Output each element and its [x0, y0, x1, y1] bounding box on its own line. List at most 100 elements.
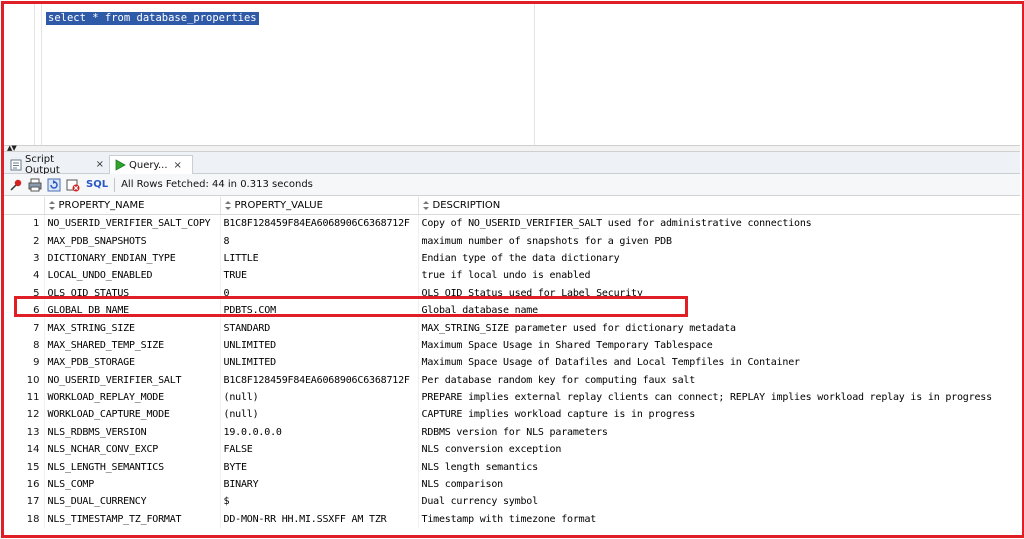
property-value-cell[interactable]: B1C8F128459F84EA6068906C6368712F [220, 371, 419, 389]
property-value-cell[interactable]: UNLIMITED [220, 354, 419, 372]
description-cell[interactable]: Dual currency symbol [418, 493, 1020, 511]
property-name-cell[interactable]: WORKLOAD_CAPTURE_MODE [44, 406, 221, 424]
table-row[interactable]: 7 MAX_STRING_SIZE STANDARD MAX_STRING_SIZE … [4, 319, 1020, 337]
print-icon[interactable] [28, 178, 42, 192]
description-cell[interactable]: CAPTURE implies workload capture is in p… [418, 406, 1020, 424]
property-value-cell[interactable]: B1C8F128459F84EA6068906C6368712F [220, 214, 419, 233]
table-row[interactable]: 5 OLS_OID_STATUS 0 OLS OID Status used for … [4, 284, 1020, 302]
row-number[interactable]: 18 [4, 510, 45, 529]
row-number[interactable]: 13 [4, 423, 45, 442]
description-cell[interactable]: NLS comparison [418, 475, 1020, 494]
description-cell[interactable]: PREPARE implies external replay clients … [418, 388, 1020, 407]
property-value-cell[interactable]: (null) [220, 388, 419, 407]
property-value-cell[interactable]: FALSE [220, 441, 419, 459]
table-row[interactable]: 11 WORKLOAD_REPLAY_MODE (null) PREPARE impl… [4, 388, 1020, 407]
property-name-cell[interactable]: MAX_STRING_SIZE [44, 319, 221, 337]
property-name-cell[interactable]: MAX_PDB_SNAPSHOTS [44, 232, 221, 250]
description-cell[interactable]: Timestamp with timezone format [418, 510, 1020, 529]
property-name-cell[interactable]: LOCAL_UNDO_ENABLED [44, 267, 221, 285]
description-cell[interactable]: MAX_STRING_SIZE parameter used for dicti… [418, 319, 1020, 337]
description-cell[interactable]: Copy of NO_USERID_VERIFIER_SALT used for… [418, 214, 1020, 233]
property-name-cell[interactable]: NLS_DUAL_CURRENCY [44, 493, 221, 511]
property-name-cell[interactable]: NLS_NCHAR_CONV_EXCP [44, 441, 221, 459]
property-name-cell[interactable]: MAX_PDB_STORAGE [44, 354, 221, 372]
column-header-property-name[interactable]: PROPERTY_NAME [44, 197, 221, 215]
table-row[interactable]: 14 NLS_NCHAR_CONV_EXCP FALSE NLS conversion… [4, 441, 1020, 459]
property-name-cell[interactable]: WORKLOAD_REPLAY_MODE [44, 388, 221, 407]
pin-icon[interactable] [9, 178, 23, 192]
table-row[interactable]: 4 LOCAL_UNDO_ENABLED TRUE true if local und… [4, 267, 1020, 285]
table-row[interactable]: 17 NLS_DUAL_CURRENCY $ Dual currency symbol [4, 493, 1020, 511]
description-cell[interactable]: Global database name [418, 301, 1020, 320]
description-cell[interactable]: NLS conversion exception [418, 441, 1020, 459]
row-number[interactable]: 3 [4, 249, 45, 268]
table-row[interactable]: 13 NLS_RDBMS_VERSION 19.0.0.0.0 RDBMS versi… [4, 423, 1020, 442]
description-cell[interactable]: OLS OID Status used for Label Security [418, 284, 1020, 302]
row-number[interactable]: 12 [4, 406, 45, 424]
description-cell[interactable]: true if local undo is enabled [418, 267, 1020, 285]
table-row[interactable]: 18 NLS_TIMESTAMP_TZ_FORMAT DD-MON-RR HH.MI… [4, 510, 1020, 529]
splitter-arrows-icon[interactable]: ▲▼ [7, 144, 17, 152]
table-row[interactable]: 6 GLOBAL_DB_NAME PDBTS.COM Global database … [4, 301, 1020, 320]
property-name-cell[interactable]: MAX_SHARED_TEMP_SIZE [44, 336, 221, 355]
property-value-cell[interactable]: TRUE [220, 267, 419, 285]
property-name-cell[interactable]: NLS_TIMESTAMP_TZ_FORMAT [44, 510, 221, 529]
property-name-cell[interactable]: GLOBAL_DB_NAME [44, 301, 221, 320]
property-name-cell[interactable]: OLS_OID_STATUS [44, 284, 221, 302]
tab-script-output[interactable]: Script Output × [6, 154, 108, 176]
row-number[interactable]: 15 [4, 458, 45, 476]
row-number[interactable]: 17 [4, 493, 45, 511]
property-value-cell[interactable]: LITTLE [220, 249, 419, 268]
sql-statement[interactable]: select * from database_properties [46, 12, 259, 25]
property-value-cell[interactable]: PDBTS.COM [220, 301, 419, 320]
description-cell[interactable]: Per database random key for computing fa… [418, 371, 1020, 389]
property-value-cell[interactable]: DD-MON-RR HH.MI.SSXFF AM TZR [220, 510, 419, 529]
description-cell[interactable]: Maximum Space Usage of Datafiles and Loc… [418, 354, 1020, 372]
property-value-cell[interactable]: 8 [220, 232, 419, 250]
property-value-cell[interactable]: 0 [220, 284, 419, 302]
table-row[interactable]: 2 MAX_PDB_SNAPSHOTS 8 maximum number of sna… [4, 232, 1020, 250]
description-cell[interactable]: Maximum Space Usage in Shared Temporary … [418, 336, 1020, 355]
property-value-cell[interactable]: $ [220, 493, 419, 511]
row-number[interactable]: 8 [4, 336, 45, 355]
property-name-cell[interactable]: NO_USERID_VERIFIER_SALT_COPY [44, 214, 221, 233]
refresh-icon[interactable] [47, 178, 61, 192]
row-number[interactable]: 10 [4, 371, 45, 389]
column-header-property-value[interactable]: PROPERTY_VALUE [220, 197, 419, 215]
description-cell[interactable]: maximum number of snapshots for a given … [418, 232, 1020, 250]
row-number[interactable]: 4 [4, 267, 45, 285]
table-row[interactable]: 9 MAX_PDB_STORAGE UNLIMITED Maximum Space U… [4, 354, 1020, 372]
row-number[interactable]: 5 [4, 284, 45, 302]
table-row[interactable]: 10 NO_USERID_VERIFIER_SALT B1C8F128459F84E… [4, 371, 1020, 389]
property-name-cell[interactable]: NO_USERID_VERIFIER_SALT [44, 371, 221, 389]
table-row[interactable]: 15 NLS_LENGTH_SEMANTICS BYTE NLS length sem… [4, 458, 1020, 476]
row-number[interactable]: 9 [4, 354, 45, 372]
description-cell[interactable]: NLS length semantics [418, 458, 1020, 476]
sql-worksheet-editor[interactable]: select * from database_properties [4, 4, 1020, 145]
row-number[interactable]: 6 [4, 301, 45, 320]
pane-splitter[interactable]: ▲▼ [4, 144, 1020, 152]
tab-query-result[interactable]: Query... × [109, 155, 193, 174]
property-name-cell[interactable]: DICTIONARY_ENDIAN_TYPE [44, 249, 221, 268]
column-header-description[interactable]: DESCRIPTION [418, 197, 1020, 215]
property-value-cell[interactable]: UNLIMITED [220, 336, 419, 355]
property-name-cell[interactable]: NLS_RDBMS_VERSION [44, 423, 221, 442]
close-icon[interactable]: × [96, 159, 104, 170]
property-value-cell[interactable]: BYTE [220, 458, 419, 476]
table-row[interactable]: 16 NLS_COMP BINARY NLS comparison [4, 475, 1020, 494]
property-value-cell[interactable]: STANDARD [220, 319, 419, 337]
cancel-query-icon[interactable] [66, 178, 80, 192]
row-number[interactable]: 11 [4, 388, 45, 407]
row-number[interactable]: 1 [4, 214, 45, 233]
row-number[interactable]: 16 [4, 475, 45, 494]
table-row[interactable]: 1 NO_USERID_VERIFIER_SALT_COPY B1C8F128459… [4, 214, 1020, 233]
property-value-cell[interactable]: (null) [220, 406, 419, 424]
row-number[interactable]: 7 [4, 319, 45, 337]
close-icon[interactable]: × [174, 160, 182, 171]
table-row[interactable]: 3 DICTIONARY_ENDIAN_TYPE LITTLE Endian type… [4, 249, 1020, 268]
property-name-cell[interactable]: NLS_LENGTH_SEMANTICS [44, 458, 221, 476]
sql-button[interactable]: SQL [86, 179, 108, 190]
results-grid[interactable]: PROPERTY_NAME PROPERTY_VALUE DESCRIPTION… [4, 197, 1020, 529]
description-cell[interactable]: RDBMS version for NLS parameters [418, 423, 1020, 442]
row-number[interactable]: 14 [4, 441, 45, 459]
